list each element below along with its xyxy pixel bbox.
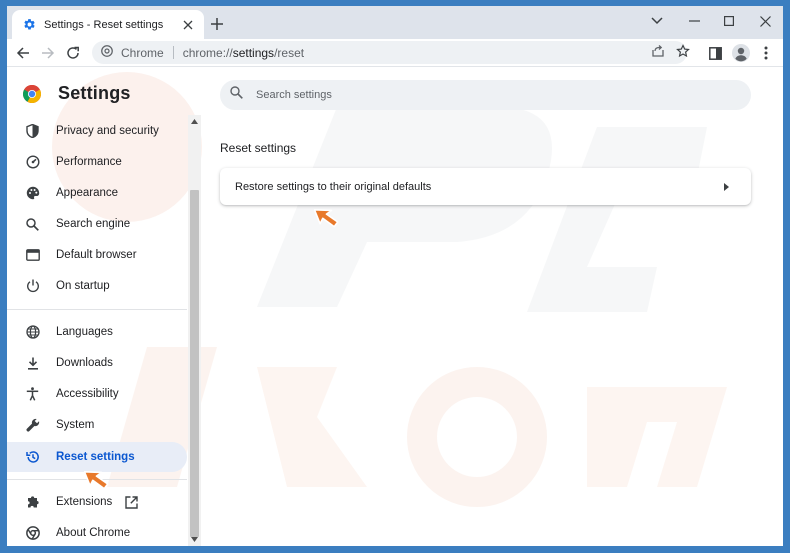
sidebar-item-label: Appearance bbox=[56, 187, 119, 199]
search-settings-box[interactable] bbox=[220, 80, 751, 110]
scroll-thumb[interactable] bbox=[190, 190, 199, 537]
sidebar-item-accessibility[interactable]: Accessibility bbox=[7, 379, 187, 409]
sidebar-item-label: Search engine bbox=[56, 218, 131, 230]
sidebar-item-label: On startup bbox=[56, 280, 110, 292]
palette-icon bbox=[25, 186, 40, 201]
sidebar-scrollbar[interactable] bbox=[188, 115, 201, 546]
sidebar-item-system[interactable]: System bbox=[7, 410, 187, 440]
speedometer-icon bbox=[25, 155, 40, 170]
chevron-down-icon bbox=[651, 17, 663, 25]
restore-defaults-label: Restore settings to their original defau… bbox=[235, 180, 432, 193]
scroll-down-arrow-icon[interactable] bbox=[188, 533, 201, 546]
sidebar-item-label: Privacy and security bbox=[56, 125, 159, 137]
sidebar-item-downloads[interactable]: Downloads bbox=[7, 348, 187, 378]
sidebar-item-privacy-and-security[interactable]: Privacy and security bbox=[7, 116, 187, 146]
address-bar[interactable]: Chrome chrome://settings/reset bbox=[92, 41, 687, 64]
sidebar-item-label: Performance bbox=[56, 156, 122, 168]
url-scheme: chrome:// bbox=[182, 45, 233, 60]
reload-button[interactable] bbox=[63, 43, 83, 63]
sidebar-divider bbox=[7, 309, 187, 310]
search-icon bbox=[230, 86, 243, 104]
chrome-icon bbox=[25, 526, 40, 541]
download-icon bbox=[25, 356, 40, 371]
sidebar-item-default-browser[interactable]: Default browser bbox=[7, 240, 187, 270]
sidebar-item-performance[interactable]: Performance bbox=[7, 147, 187, 177]
page-title: Settings bbox=[58, 83, 131, 103]
sidebar-item-label: Default browser bbox=[56, 249, 137, 261]
open-in-new-icon bbox=[125, 495, 138, 509]
window-close-button[interactable] bbox=[750, 10, 780, 32]
tab-search-button[interactable] bbox=[642, 10, 672, 32]
share-icon[interactable] bbox=[650, 43, 666, 59]
omnibox-separator bbox=[172, 46, 174, 59]
new-tab-button[interactable] bbox=[209, 16, 225, 32]
menu-kebab-icon[interactable] bbox=[756, 43, 776, 63]
sidebar-item-label: About Chrome bbox=[56, 527, 131, 539]
sidebar-item-appearance[interactable]: Appearance bbox=[7, 178, 187, 208]
search-icon bbox=[25, 217, 40, 232]
settings-header: Settings bbox=[23, 83, 131, 104]
restore-defaults-row[interactable]: Restore settings to their original defau… bbox=[220, 168, 751, 205]
sidebar-item-label: Accessibility bbox=[56, 388, 119, 400]
history-icon bbox=[25, 450, 40, 465]
toolbar: Chrome chrome://settings/reset bbox=[7, 39, 783, 67]
tab-title: Settings - Reset settings bbox=[44, 18, 164, 31]
search-input[interactable] bbox=[256, 89, 716, 101]
back-button[interactable] bbox=[13, 43, 33, 63]
forward-button[interactable] bbox=[38, 43, 58, 63]
globe-icon bbox=[25, 325, 40, 340]
wrench-icon bbox=[25, 418, 40, 433]
site-label: Chrome bbox=[121, 45, 164, 60]
browser-window: Settings - Reset settings Chrome chrome:… bbox=[7, 6, 783, 546]
bookmark-star-icon[interactable] bbox=[675, 43, 691, 59]
url-host: settings bbox=[232, 45, 275, 60]
minimize-icon bbox=[688, 20, 700, 22]
sidebar-item-languages[interactable]: Languages bbox=[7, 317, 187, 347]
sidebar-item-label: Languages bbox=[56, 326, 113, 338]
arrow-right-icon bbox=[42, 47, 55, 59]
profile-avatar-icon[interactable] bbox=[731, 43, 751, 63]
accessibility-icon bbox=[25, 387, 40, 402]
reload-icon bbox=[67, 46, 79, 59]
minimize-button[interactable] bbox=[679, 10, 709, 32]
settings-page: Settings Privacy and security Performanc… bbox=[7, 67, 783, 546]
gear-icon bbox=[22, 18, 36, 32]
sidebar-item-label: System bbox=[56, 419, 95, 431]
sidebar-item-on-startup[interactable]: On startup bbox=[7, 271, 187, 301]
annotation-arrow-icon bbox=[84, 470, 109, 490]
side-panel-icon[interactable] bbox=[705, 43, 725, 63]
power-icon bbox=[25, 279, 40, 294]
sidebar-item-label: Downloads bbox=[56, 357, 113, 369]
annotation-arrow-icon bbox=[314, 208, 339, 228]
maximize-button[interactable] bbox=[714, 10, 744, 32]
chrome-icon bbox=[101, 44, 113, 62]
maximize-icon bbox=[724, 16, 734, 26]
chrome-logo-icon bbox=[23, 84, 41, 103]
section-title: Reset settings bbox=[220, 141, 297, 155]
puzzle-icon bbox=[25, 495, 40, 510]
triangle-right-icon bbox=[721, 182, 731, 192]
close-icon bbox=[759, 15, 771, 27]
plus-icon bbox=[211, 18, 223, 30]
browser-window-icon bbox=[25, 248, 40, 263]
shield-icon bbox=[25, 124, 40, 139]
url-path: /reset bbox=[274, 45, 305, 60]
sidebar-item-about-chrome[interactable]: About Chrome bbox=[7, 518, 187, 546]
arrow-left-icon bbox=[16, 47, 29, 59]
sidebar-item-search-engine[interactable]: Search engine bbox=[7, 209, 187, 239]
scroll-up-arrow-icon[interactable] bbox=[188, 115, 201, 128]
tab-settings[interactable]: Settings - Reset settings bbox=[12, 10, 204, 39]
sidebar-item-label: Extensions bbox=[56, 496, 113, 508]
tab-strip: Settings - Reset settings bbox=[7, 6, 783, 39]
sidebar-item-label: Reset settings bbox=[56, 451, 135, 463]
close-icon[interactable] bbox=[180, 17, 196, 33]
